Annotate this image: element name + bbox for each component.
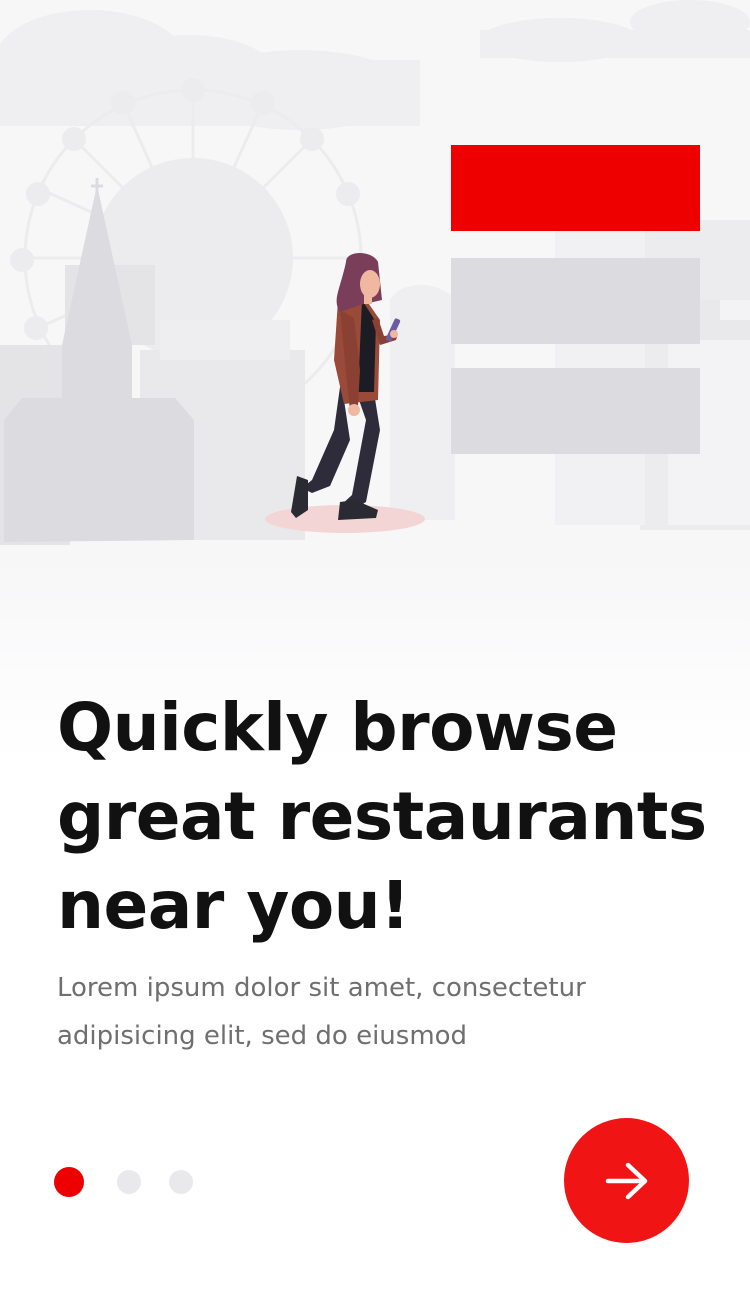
subtitle-line-2: adipisicing elit, sed do eiusmod xyxy=(57,1021,468,1051)
next-button[interactable] xyxy=(564,1118,689,1243)
headline-line-1: Quickly browse xyxy=(57,689,618,766)
page-dot-2[interactable] xyxy=(117,1170,141,1194)
onboarding-headline: Quickly browse great restaurants near yo… xyxy=(57,683,717,950)
listing-cards xyxy=(451,145,700,454)
subtitle-line-1: Lorem ipsum dolor sit amet, consectetur xyxy=(57,973,586,1003)
headline-line-3: near you! xyxy=(57,867,410,944)
onboarding-screen: Quickly browse great restaurants near yo… xyxy=(0,0,750,1303)
page-dot-3[interactable] xyxy=(169,1170,193,1194)
onboarding-subtitle: Lorem ipsum dolor sit amet, consectetur … xyxy=(57,964,677,1060)
onboarding-illustration xyxy=(0,0,750,600)
arrow-right-icon xyxy=(604,1161,650,1201)
page-dot-1-active[interactable] xyxy=(54,1167,84,1197)
headline-line-2: great restaurants xyxy=(57,778,707,855)
